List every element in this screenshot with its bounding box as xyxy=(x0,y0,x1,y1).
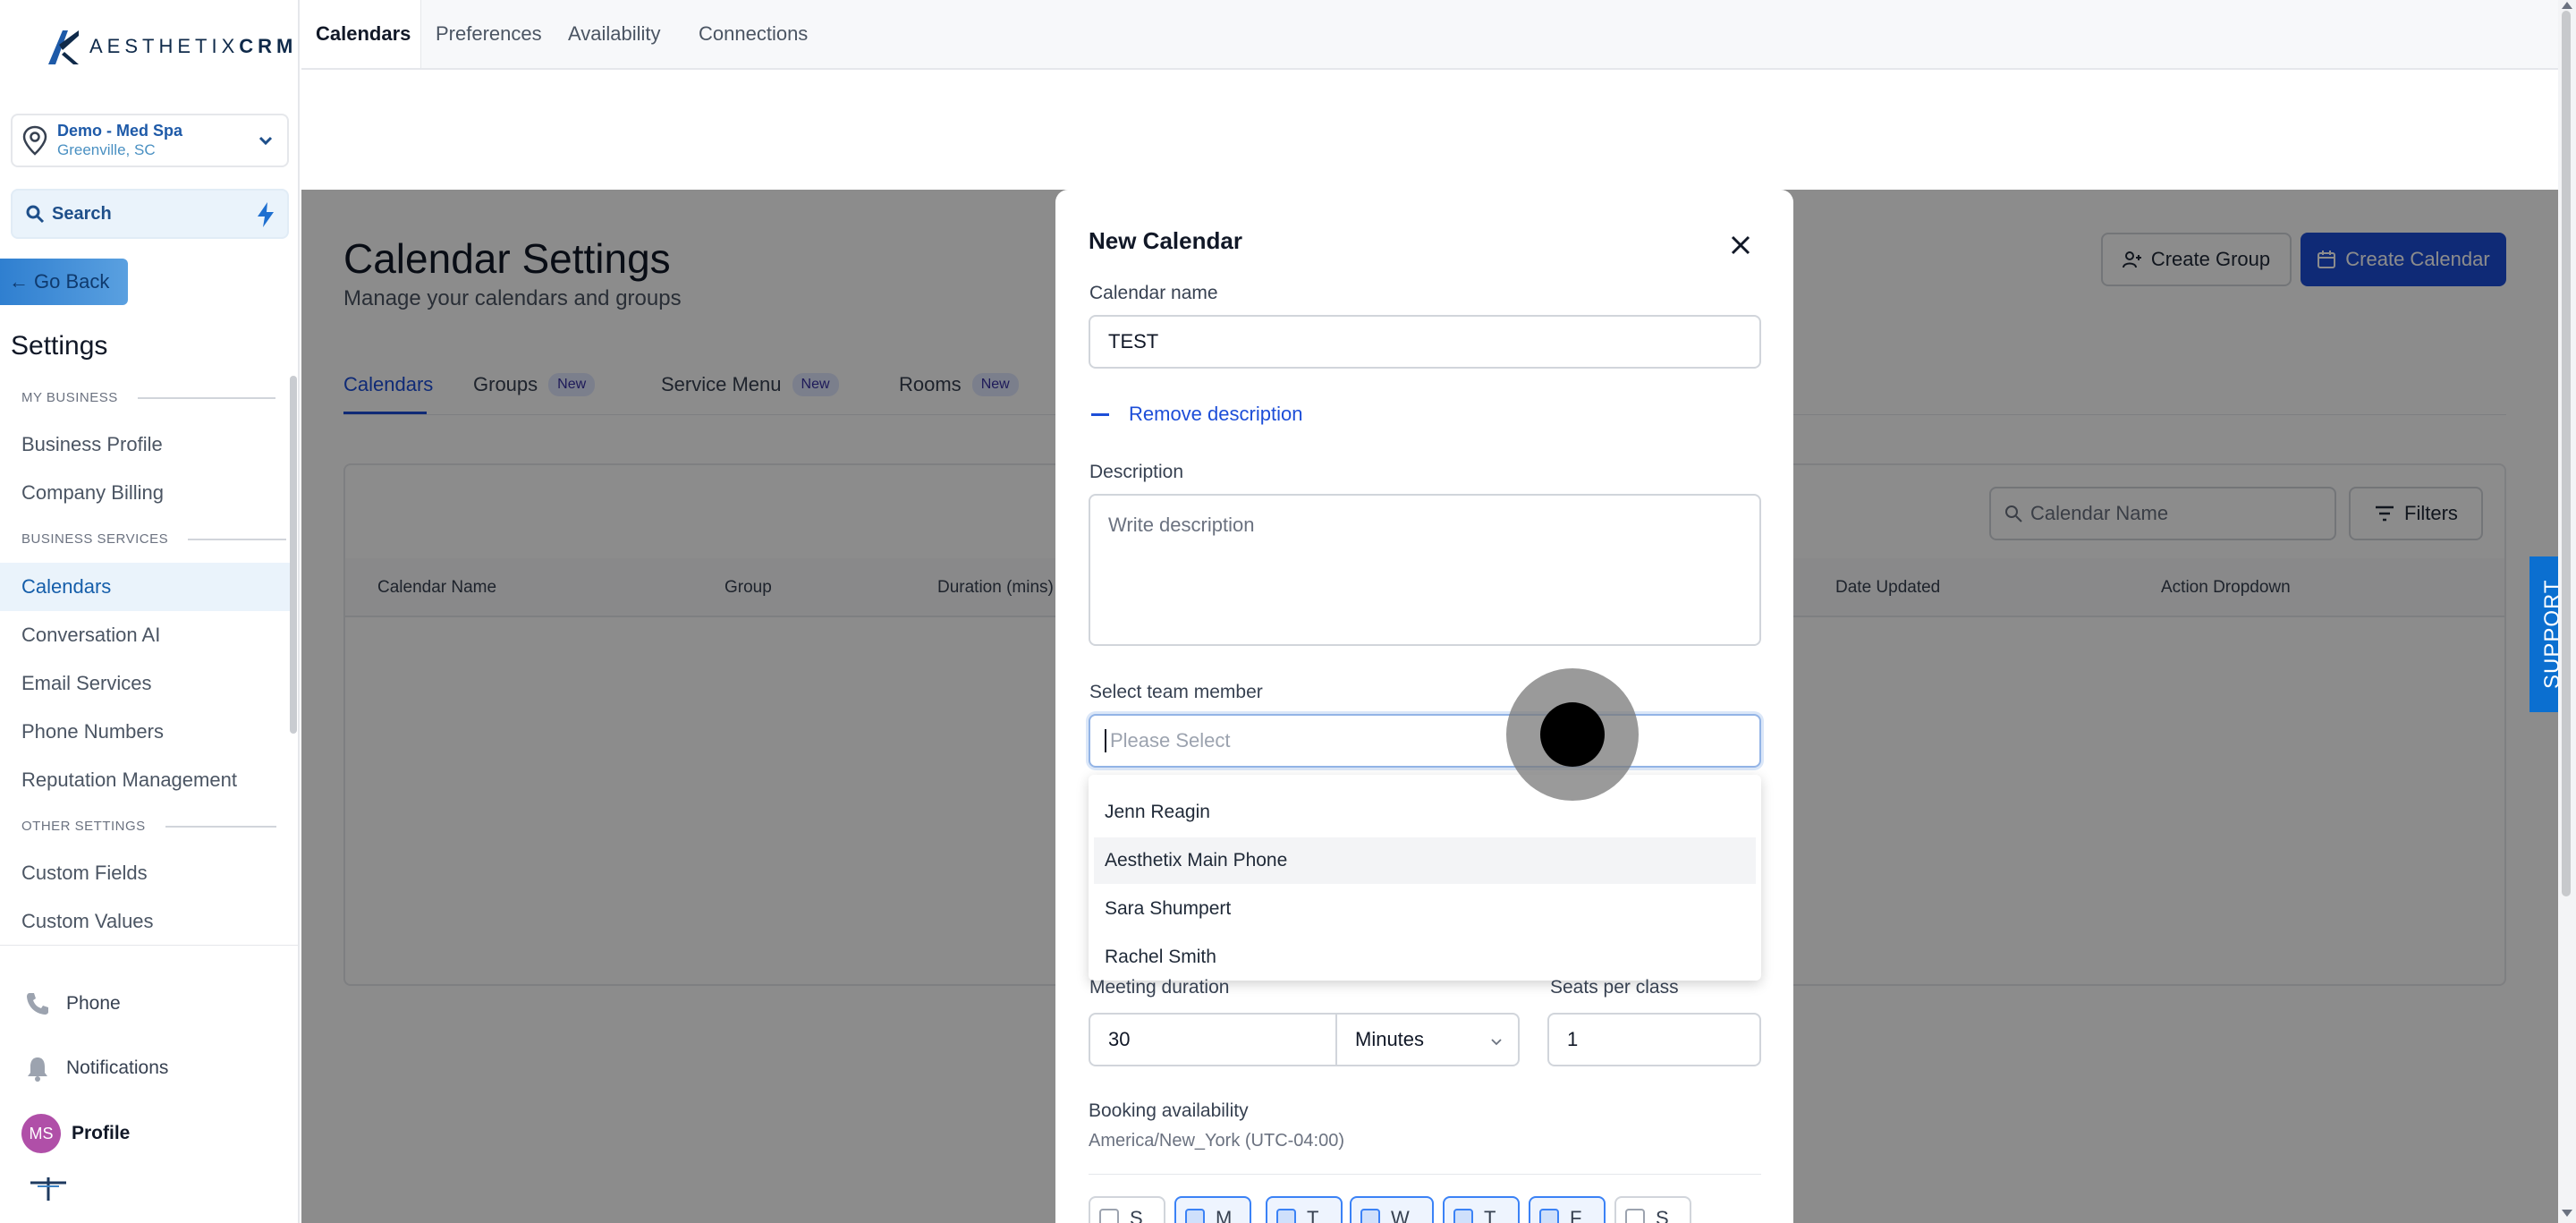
search-icon xyxy=(26,205,45,224)
sidebar-divider xyxy=(0,945,298,946)
sidebar-item-company-billing[interactable]: Company Billing xyxy=(0,469,290,517)
scroll-down-arrow[interactable] xyxy=(2562,1210,2572,1217)
location-name: Demo - Med Spa xyxy=(57,122,183,140)
timezone-label: America/New_York (UTC-04:00) xyxy=(1089,1131,1345,1151)
sidebar: AESTHETIXCRM Demo - Med Spa Greenville, … xyxy=(0,0,300,1223)
sidebar-notifications[interactable]: Notifications xyxy=(21,1052,168,1084)
option-sara-shumpert[interactable]: Sara Shumpert xyxy=(1094,886,1756,932)
brand-logo[interactable]: AESTHETIXCRM xyxy=(47,27,297,66)
option-aesthetix-main-phone[interactable]: Aesthetix Main Phone xyxy=(1094,837,1756,884)
day-saturday-checkbox[interactable]: S xyxy=(1614,1196,1691,1223)
text-caret xyxy=(1105,729,1106,752)
day-thursday-checkbox[interactable]: T xyxy=(1443,1196,1520,1223)
booking-divider xyxy=(1089,1174,1761,1175)
avatar: MS xyxy=(21,1114,61,1153)
minus-icon xyxy=(1091,412,1109,416)
day-tuesday-checkbox[interactable]: T xyxy=(1266,1196,1343,1223)
chevron-down-icon xyxy=(258,136,273,146)
section-business-services: BUSINESS SERVICES xyxy=(21,531,287,547)
sidebar-scrollbar[interactable] xyxy=(290,376,297,734)
sidebar-item-custom-fields[interactable]: Custom Fields xyxy=(0,849,290,897)
close-icon[interactable] xyxy=(1726,231,1755,259)
booking-availability-label: Booking availability xyxy=(1089,1100,1249,1121)
sidebar-item-reputation-management[interactable]: Reputation Management xyxy=(0,756,290,804)
option-rachel-smith[interactable]: Rachel Smith xyxy=(1094,934,1756,981)
meeting-duration-label: Meeting duration xyxy=(1089,977,1230,998)
description-textarea[interactable]: Write description xyxy=(1089,494,1761,646)
top-tab-availability[interactable]: Availability xyxy=(554,0,675,68)
arrow-left-icon: ← xyxy=(9,270,29,293)
location-city: Greenville, SC xyxy=(57,141,156,158)
footer-logo-icon xyxy=(30,1177,66,1201)
calendar-name-input[interactable]: TEST xyxy=(1089,315,1761,369)
day-friday-checkbox[interactable]: F xyxy=(1529,1196,1606,1223)
sidebar-profile[interactable]: MS Profile xyxy=(21,1114,130,1153)
day-monday-checkbox[interactable]: M xyxy=(1174,1196,1251,1223)
go-back-label: Go Back xyxy=(34,270,110,293)
phone-icon xyxy=(27,993,48,1015)
sidebar-item-conversation-ai[interactable]: Conversation AI xyxy=(0,611,290,659)
sidebar-search[interactable]: Search xyxy=(11,189,289,239)
meeting-duration-input[interactable]: 30 xyxy=(1089,1013,1337,1066)
click-indicator-dot xyxy=(1540,702,1605,767)
team-member-select[interactable]: Please Select xyxy=(1089,714,1761,768)
duration-unit-select[interactable]: Minutes xyxy=(1335,1013,1520,1066)
search-label: Search xyxy=(52,203,112,224)
section-other-settings: OTHER SETTINGS xyxy=(21,819,276,834)
go-back-button[interactable]: ← Go Back xyxy=(0,259,128,305)
sidebar-item-custom-values[interactable]: Custom Values xyxy=(0,897,290,946)
sidebar-item-calendars[interactable]: Calendars xyxy=(0,563,290,611)
sidebar-phone[interactable]: Phone xyxy=(21,988,121,1020)
description-label: Description xyxy=(1089,462,1184,482)
team-member-dropdown: Jenn Reagin Aesthetix Main Phone Sara Sh… xyxy=(1089,775,1761,981)
option-jenn-reagin[interactable]: Jenn Reagin xyxy=(1094,789,1756,836)
top-tab-preferences[interactable]: Preferences xyxy=(421,0,556,68)
day-wednesday-checkbox[interactable]: W xyxy=(1350,1196,1434,1223)
team-member-label: Select team member xyxy=(1089,682,1263,702)
bell-icon xyxy=(28,1057,47,1082)
brand-logo-icon xyxy=(48,30,79,64)
scroll-up-arrow[interactable] xyxy=(2562,2,2572,9)
brand-name: AESTHETIXCRM xyxy=(89,35,298,57)
sidebar-item-phone-numbers[interactable]: Phone Numbers xyxy=(0,708,290,756)
scrollbar-thumb[interactable] xyxy=(2562,11,2571,896)
modal-title: New Calendar xyxy=(1089,227,1242,254)
seats-per-class-input[interactable]: 1 xyxy=(1547,1013,1761,1066)
map-pin-icon xyxy=(22,125,47,156)
seats-per-class-label: Seats per class xyxy=(1550,977,1679,998)
settings-title: Settings xyxy=(11,331,108,361)
day-sunday-checkbox[interactable]: S xyxy=(1089,1196,1165,1223)
new-calendar-modal: New Calendar Calendar name TEST Remove d… xyxy=(1055,190,1793,1223)
calendar-name-label: Calendar name xyxy=(1089,283,1218,303)
sidebar-item-business-profile[interactable]: Business Profile xyxy=(0,420,290,469)
location-switcher[interactable]: Demo - Med Spa Greenville, SC xyxy=(11,114,289,167)
page-scrollbar[interactable] xyxy=(2558,0,2576,1223)
sidebar-item-email-services[interactable]: Email Services xyxy=(0,659,290,708)
section-my-business: MY BUSINESS xyxy=(21,390,275,405)
remove-description-button[interactable]: Remove description xyxy=(1091,403,1302,426)
chevron-down-icon xyxy=(1491,1039,1502,1046)
top-tab-calendars[interactable]: Calendars xyxy=(301,0,421,68)
top-tabs: Calendars Preferences Availability Conne… xyxy=(301,0,2576,70)
top-tab-connections[interactable]: Connections xyxy=(684,0,822,68)
lightning-icon[interactable] xyxy=(255,201,276,228)
